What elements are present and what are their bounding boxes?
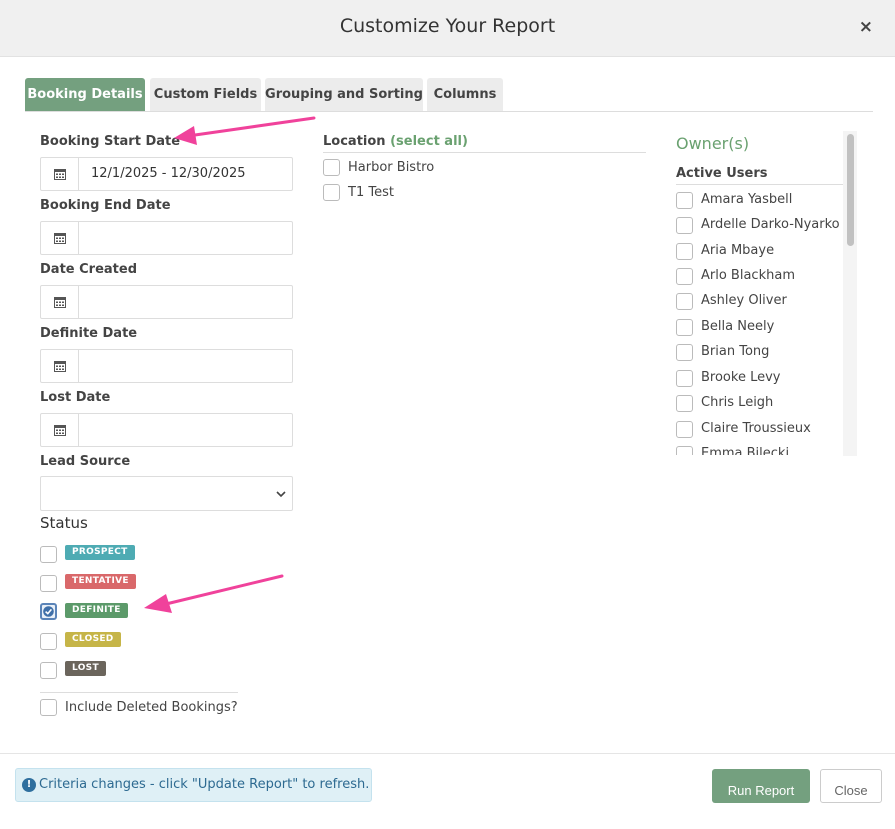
- criteria-changes-alert: ! Criteria changes - click "Update Repor…: [15, 768, 372, 802]
- modal-header: Customize Your Report ×: [0, 0, 895, 57]
- criteria-changes-text: Criteria changes - click "Update Report"…: [39, 777, 370, 792]
- modal-title: Customize Your Report: [339, 15, 556, 37]
- list-item[interactable]: Chris Leigh: [676, 395, 843, 415]
- date-created-field[interactable]: [40, 285, 293, 319]
- list-item[interactable]: Brooke Levy: [676, 370, 843, 390]
- status-badge-definite: DEFINITE: [65, 603, 128, 618]
- list-item[interactable]: Emma Bilecki: [676, 446, 843, 455]
- owners-title: Owner(s): [676, 134, 750, 153]
- owner-name: Emma Bilecki: [701, 446, 790, 455]
- chevron-down-icon: [276, 491, 286, 498]
- owner-name: Bella Neely: [701, 319, 775, 334]
- owner-checkbox[interactable]: [676, 217, 693, 234]
- list-item[interactable]: Bella Neely: [676, 319, 843, 339]
- status-badge-prospect: PROSPECT: [65, 545, 135, 560]
- tab-booking-details[interactable]: Booking Details: [25, 78, 145, 111]
- owner-checkbox[interactable]: [676, 344, 693, 361]
- tab-custom-fields[interactable]: Custom Fields: [150, 78, 261, 111]
- status-prospect-checkbox[interactable]: [40, 546, 57, 563]
- location-item-label: Harbor Bistro: [348, 160, 435, 175]
- status-badge-lost: LOST: [65, 661, 106, 676]
- location-title: Location: [323, 134, 386, 149]
- owner-name: Chris Leigh: [701, 395, 774, 410]
- booking-end-date-label: Booking End Date: [40, 198, 171, 213]
- lost-date-field[interactable]: [40, 413, 293, 447]
- owner-name: Ardelle Darko-Nyarko: [701, 217, 840, 232]
- divider: [323, 152, 646, 153]
- list-item[interactable]: Brian Tong: [676, 344, 843, 364]
- list-item[interactable]: Claire Troussieux: [676, 421, 843, 441]
- status-closed-checkbox[interactable]: [40, 633, 57, 650]
- owner-checkbox[interactable]: [676, 421, 693, 438]
- owner-name: Claire Troussieux: [701, 421, 811, 436]
- list-item[interactable]: Arlo Blackham: [676, 268, 843, 288]
- booking-start-date-field[interactable]: 12/1/2025 - 12/30/2025: [40, 157, 293, 191]
- owner-checkbox[interactable]: [676, 268, 693, 285]
- status-lost-checkbox[interactable]: [40, 662, 57, 679]
- location-item-label: T1 Test: [348, 185, 394, 200]
- owner-name: Brian Tong: [701, 344, 770, 359]
- owner-name: Ashley Oliver: [701, 293, 787, 308]
- owner-name: Aria Mbaye: [701, 243, 775, 258]
- owner-name: Brooke Levy: [701, 370, 781, 385]
- checkmark-icon: [43, 606, 54, 617]
- divider: [0, 753, 895, 754]
- tab-columns[interactable]: Columns: [427, 78, 503, 111]
- owner-checkbox[interactable]: [676, 370, 693, 387]
- owner-checkbox[interactable]: [676, 192, 693, 209]
- owner-name: Arlo Blackham: [701, 268, 795, 283]
- location-select-all-link[interactable]: (select all): [390, 134, 468, 149]
- owners-list[interactable]: Amara Yasbell Ardelle Darko-Nyarko Aria …: [676, 185, 843, 455]
- owner-checkbox[interactable]: [676, 395, 693, 412]
- list-item[interactable]: Aria Mbaye: [676, 243, 843, 263]
- definite-date-label: Definite Date: [40, 326, 138, 341]
- lead-source-select[interactable]: [40, 476, 293, 511]
- close-icon[interactable]: ×: [859, 17, 873, 37]
- annotation-arrow-icon: [174, 116, 316, 145]
- run-report-button[interactable]: Run Report: [712, 769, 810, 803]
- calendar-icon[interactable]: [41, 158, 79, 190]
- status-definite-checkbox[interactable]: [40, 603, 57, 620]
- calendar-icon[interactable]: [41, 350, 79, 382]
- calendar-icon[interactable]: [41, 414, 79, 446]
- owners-group-label: Active Users: [676, 166, 768, 181]
- divider: [40, 692, 238, 693]
- lost-date-label: Lost Date: [40, 390, 111, 405]
- include-deleted-label: Include Deleted Bookings?: [65, 700, 238, 715]
- list-item[interactable]: Ashley Oliver: [676, 293, 843, 313]
- calendar-icon[interactable]: [41, 222, 79, 254]
- info-icon: !: [22, 778, 36, 792]
- close-button[interactable]: Close: [820, 769, 882, 803]
- definite-date-field[interactable]: [40, 349, 293, 383]
- location-harbor-bistro-checkbox[interactable]: [323, 159, 340, 176]
- location-t1-test-checkbox[interactable]: [323, 184, 340, 201]
- status-badge-closed: CLOSED: [65, 632, 121, 647]
- customize-report-modal: Customize Your Report × Booking Details …: [0, 0, 895, 829]
- tab-grouping-and-sorting[interactable]: Grouping and Sorting: [265, 78, 423, 111]
- owners-scrollbar-thumb[interactable]: [847, 134, 854, 246]
- calendar-icon[interactable]: [41, 286, 79, 318]
- owner-checkbox[interactable]: [676, 319, 693, 336]
- list-item[interactable]: Amara Yasbell: [676, 192, 843, 212]
- date-created-label: Date Created: [40, 262, 137, 277]
- lead-source-label: Lead Source: [40, 454, 131, 469]
- status-badge-tentative: TENTATIVE: [65, 574, 136, 589]
- booking-start-date-value: 12/1/2025 - 12/30/2025: [91, 166, 246, 181]
- include-deleted-checkbox[interactable]: [40, 699, 57, 716]
- location-heading: Location (select all): [323, 134, 468, 149]
- owner-checkbox[interactable]: [676, 293, 693, 310]
- list-item[interactable]: Ardelle Darko-Nyarko: [676, 217, 843, 237]
- status-tentative-checkbox[interactable]: [40, 575, 57, 592]
- owner-checkbox[interactable]: [676, 243, 693, 260]
- status-title: Status: [40, 514, 88, 532]
- owner-checkbox[interactable]: [676, 446, 693, 455]
- tab-bar: Booking Details Custom Fields Grouping a…: [25, 78, 873, 112]
- booking-end-date-field[interactable]: [40, 221, 293, 255]
- annotation-arrow-icon: [144, 574, 284, 613]
- owner-name: Amara Yasbell: [701, 192, 793, 207]
